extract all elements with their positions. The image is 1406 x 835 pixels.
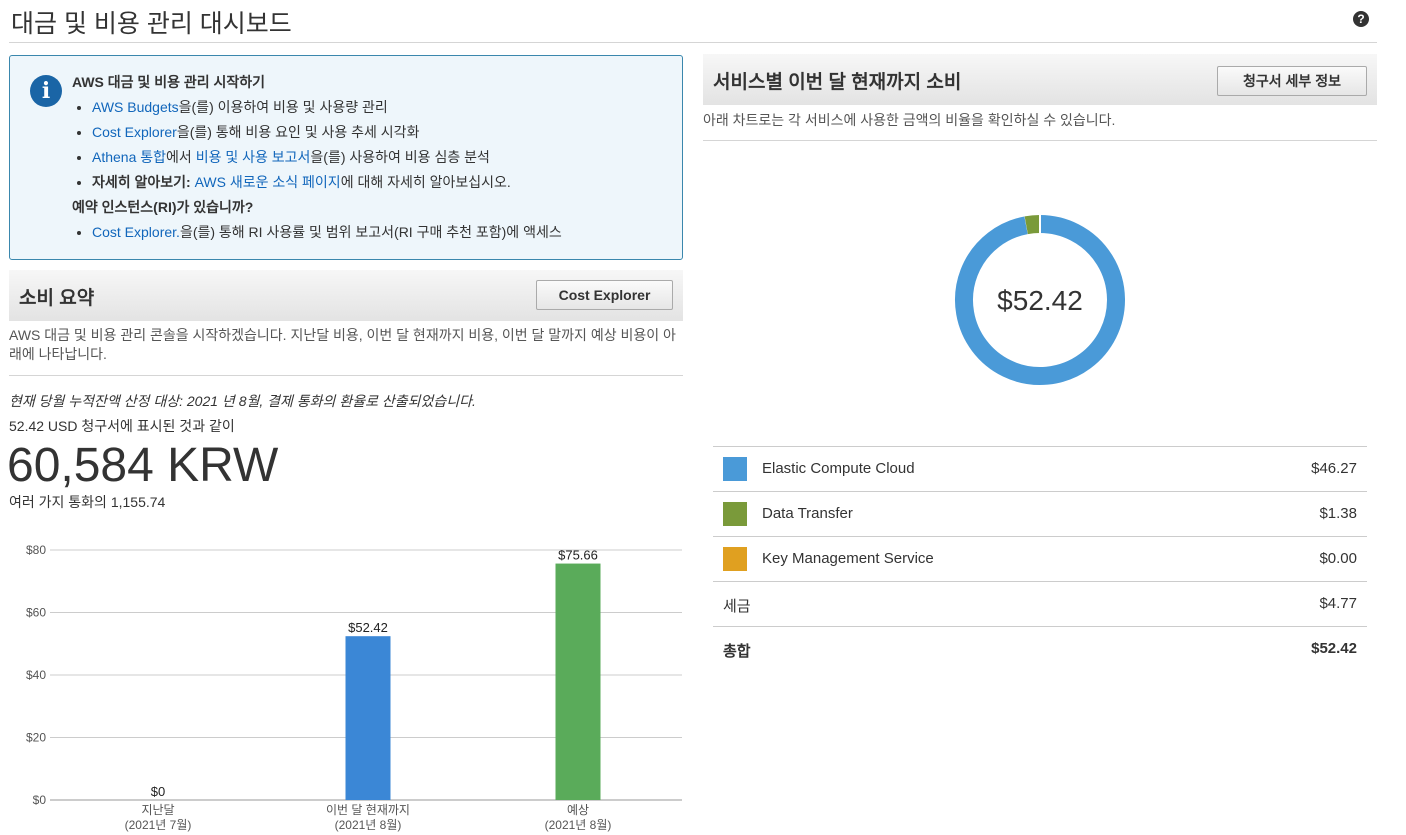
accrual-note: 현재 당월 누적잔액 산정 대상: 2021 년 8월, 결제 통화의 환율로 … bbox=[9, 393, 476, 409]
legend-swatch bbox=[723, 457, 747, 481]
total-value: $52.42 bbox=[1311, 640, 1357, 657]
list-item-text: 을(를) 통해 RI 사용률 및 범위 보고서(RI 구매 추천 포함)에 액세… bbox=[179, 224, 562, 240]
info-content: AWS 대금 및 비용 관리 시작하기 AWS Budgets을(를) 이용하여… bbox=[72, 70, 562, 245]
bar-value-label: $75.66 bbox=[558, 548, 598, 563]
donut-slice bbox=[1024, 215, 1040, 235]
whats-new-link[interactable]: AWS 새로운 소식 페이지 bbox=[195, 174, 341, 190]
cost-explorer-link[interactable]: Cost Explorer bbox=[92, 124, 177, 140]
service-spend-header: 서비스별 이번 달 현재까지 소비 청구서 세부 정보 bbox=[703, 54, 1377, 105]
y-tick-label: $20 bbox=[26, 731, 46, 745]
learn-more-label: 자세히 알아보기: bbox=[92, 174, 191, 190]
multi-currency-note: 여러 가지 통화의 1,155.74 bbox=[9, 494, 166, 510]
service-value: $1.38 bbox=[1319, 505, 1357, 522]
tax-label: 세금 bbox=[723, 598, 751, 615]
y-tick-label: $60 bbox=[26, 606, 46, 620]
x-category-label: 예상 bbox=[567, 803, 589, 817]
x-category-label: 이번 달 현재까지 bbox=[326, 803, 410, 817]
x-category-label: 지난달 bbox=[141, 803, 174, 817]
getting-started-info-box: i AWS 대금 및 비용 관리 시작하기 AWS Budgets을(를) 이용… bbox=[9, 55, 683, 260]
legend-row: Elastic Compute Cloud $46.27 bbox=[713, 447, 1367, 492]
list-item: 자세히 알아보기: AWS 새로운 소식 페이지에 대해 자세히 알아보십시오. bbox=[92, 170, 562, 195]
x-category-sublabel: (2021년 7월) bbox=[125, 818, 192, 832]
total-label: 총합 bbox=[723, 643, 751, 660]
tax-row: 세금 $4.77 bbox=[713, 582, 1367, 627]
bar bbox=[555, 563, 601, 800]
list-item-text: 을(를) 이용하여 비용 및 사용량 관리 bbox=[178, 99, 388, 115]
service-name: Data Transfer bbox=[762, 505, 853, 522]
divider bbox=[9, 375, 683, 376]
legend-swatch bbox=[723, 502, 747, 526]
list-item-text: 을(를) 통해 비용 요인 및 사용 추세 시각화 bbox=[176, 124, 420, 140]
service-value: $0.00 bbox=[1319, 550, 1357, 567]
total-row: 총합 $52.42 bbox=[713, 627, 1367, 672]
ri-cost-explorer-link[interactable]: Cost Explorer. bbox=[92, 224, 180, 240]
athena-integration-link[interactable]: Athena 통합 bbox=[92, 149, 166, 165]
legend-row: Data Transfer $1.38 bbox=[713, 492, 1367, 537]
spend-summary-header: 소비 요약 Cost Explorer bbox=[9, 270, 683, 321]
bar bbox=[345, 636, 391, 800]
service-spend-title: 서비스별 이번 달 현재까지 소비 bbox=[713, 72, 962, 93]
list-item: Athena 통합에서 비용 및 사용 보고서을(를) 사용하여 비용 심층 분… bbox=[92, 145, 562, 170]
service-name: Elastic Compute Cloud bbox=[762, 460, 915, 477]
cost-usage-report-link[interactable]: 비용 및 사용 보고서 bbox=[196, 149, 311, 165]
x-category-sublabel: (2021년 8월) bbox=[545, 818, 612, 832]
donut-center-total: $52.42 bbox=[997, 285, 1083, 316]
list-item: Cost Explorer을(를) 통해 비용 요인 및 사용 추세 시각화 bbox=[92, 120, 562, 145]
ri-heading: 예약 인스턴스(RI)가 있습니까? bbox=[72, 199, 254, 215]
spend-summary-title: 소비 요약 bbox=[19, 288, 95, 309]
divider bbox=[703, 140, 1377, 141]
y-tick-label: $40 bbox=[26, 668, 46, 682]
x-category-sublabel: (2021년 8월) bbox=[335, 818, 402, 832]
list-item: AWS Budgets을(를) 이용하여 비용 및 사용량 관리 bbox=[92, 95, 562, 120]
list-item-text: 을(를) 사용하여 비용 심층 분석 bbox=[310, 149, 490, 165]
spend-summary-description: AWS 대금 및 비용 관리 콘솔을 시작하겠습니다. 지난달 비용, 이번 달… bbox=[9, 327, 676, 362]
question-circle-icon[interactable]: ? bbox=[1353, 11, 1369, 27]
ri-list: Cost Explorer.을(를) 통해 RI 사용률 및 범위 보고서(RI… bbox=[72, 220, 562, 245]
usd-amount-line: 52.42 USD 청구서에 표시된 것과 같이 bbox=[9, 418, 235, 434]
y-tick-label: $0 bbox=[33, 793, 47, 807]
info-circle-icon: i bbox=[30, 75, 62, 107]
bill-details-button[interactable]: 청구서 세부 정보 bbox=[1217, 66, 1367, 96]
legend-row: Key Management Service $0.00 bbox=[713, 537, 1367, 582]
tax-value: $4.77 bbox=[1319, 595, 1357, 612]
info-heading: AWS 대금 및 비용 관리 시작하기 bbox=[72, 74, 266, 90]
list-item-text: 에서 bbox=[166, 149, 196, 165]
total-amount-krw: 60,584 KRW bbox=[7, 439, 279, 492]
legend-swatch bbox=[723, 547, 747, 571]
page-header: 대금 및 비용 관리 대시보드 ? bbox=[9, 0, 1377, 43]
service-legend: Elastic Compute Cloud $46.27 Data Transf… bbox=[713, 446, 1367, 672]
list-item: Cost Explorer.을(를) 통해 RI 사용률 및 범위 보고서(RI… bbox=[92, 220, 562, 245]
service-name: Key Management Service bbox=[762, 550, 934, 567]
spend-bar-chart: $0 $20 $40 $60 $80 $0 지난달(2021년 7월) $52.42 이번 달 … bbox=[26, 543, 682, 832]
list-item-text: 에 대해 자세히 알아보십시오. bbox=[340, 174, 511, 190]
aws-budgets-link[interactable]: AWS Budgets bbox=[92, 99, 179, 115]
y-tick-label: $80 bbox=[26, 543, 46, 557]
info-list: AWS Budgets을(를) 이용하여 비용 및 사용량 관리 Cost Ex… bbox=[72, 95, 562, 195]
service-value: $46.27 bbox=[1311, 460, 1357, 477]
cost-explorer-button[interactable]: Cost Explorer bbox=[536, 280, 673, 310]
bar-value-label: $0 bbox=[151, 784, 165, 799]
service-spend-note: 아래 차트로는 각 서비스에 사용한 금액의 비율을 확인하실 수 있습니다. bbox=[703, 112, 1116, 128]
page-title: 대금 및 비용 관리 대시보드 bbox=[11, 10, 292, 38]
bar-value-label: $52.42 bbox=[348, 620, 388, 635]
